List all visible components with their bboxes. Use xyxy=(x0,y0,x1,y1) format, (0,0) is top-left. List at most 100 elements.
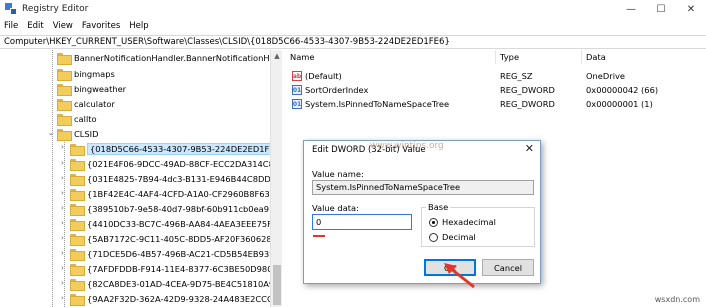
hexadecimal-label: Hexadecimal xyxy=(442,217,496,227)
annotation-underline xyxy=(313,235,325,237)
tree-item-label: {018D5C66-4533-4307-9B53-224DE2ED1FE6} xyxy=(87,143,281,155)
expand-chevron-icon[interactable]: › xyxy=(61,234,64,242)
folder-icon xyxy=(70,249,85,261)
tree-item-label: {5AB7172C-9C11-405C-8DD5-AF20F3606282} xyxy=(87,234,282,244)
hexadecimal-radio[interactable]: Hexadecimal xyxy=(429,217,496,227)
tree-item-clsid[interactable]: CLSID xyxy=(57,127,99,141)
collapse-chevron-icon[interactable]: ⌄ xyxy=(48,129,54,137)
folder-icon xyxy=(70,204,85,216)
list-row[interactable]: 01 SortOrderIndex REG_DWORD 0x00000042 (… xyxy=(286,84,658,96)
folder-icon xyxy=(70,294,85,306)
list-row[interactable]: ab (Default) REG_SZ OneDrive xyxy=(286,70,625,82)
tree-item-label: {9AA2F32D-362A-42D9-9328-24A483E2CCC3} xyxy=(87,294,282,304)
expand-chevron-icon[interactable]: › xyxy=(61,264,64,272)
folder-icon xyxy=(70,264,85,276)
folder-icon xyxy=(70,219,85,231)
minimize-button[interactable]: — xyxy=(616,0,646,18)
folder-icon xyxy=(57,114,72,126)
tree-item[interactable]: callto xyxy=(57,112,97,126)
expand-chevron-icon[interactable]: › xyxy=(61,204,64,212)
value-name-label: Value name: xyxy=(312,169,364,179)
value-data: 0x00000042 (66) xyxy=(586,85,659,95)
menu-file[interactable]: File xyxy=(4,21,18,31)
tree-item-selected[interactable]: {018D5C66-4533-4307-9B53-224DE2ED1FE6} xyxy=(70,142,281,156)
tree-item-label: callto xyxy=(74,114,97,124)
watermark: www.wintips.org xyxy=(370,141,444,151)
tree-scrollbar[interactable]: ▲ xyxy=(270,50,282,307)
expand-chevron-icon[interactable]: › xyxy=(61,219,64,227)
tree-item-label: {1BF42E4C-4AF4-4CFD-A1A0-CF2960B8F63E} xyxy=(87,189,281,199)
tree-item-label: CLSID xyxy=(74,129,99,139)
tree-item[interactable]: {82CA8DE3-01AD-4CEA-9D75-BE4C51810A9E} xyxy=(70,277,282,291)
tree-item[interactable]: {031E4825-7B94-4dc3-B131-E946B44C8DD5} xyxy=(70,172,281,186)
tree-item[interactable]: {389510b7-9e58-40d7-98bf-60b911cb0ea9} xyxy=(70,202,274,216)
expand-chevron-icon[interactable]: › xyxy=(61,174,64,182)
value-name: (Default) xyxy=(305,71,342,81)
folder-icon xyxy=(57,129,72,141)
dword-value-icon: 01 xyxy=(292,85,302,95)
corner-brand: wsxdn.com xyxy=(654,295,700,304)
decimal-label: Decimal xyxy=(442,232,476,242)
folder-icon xyxy=(57,84,72,96)
column-header-data[interactable]: Data xyxy=(582,50,706,64)
value-name-field: System.IsPinnedToNameSpaceTree xyxy=(312,180,534,195)
decimal-radio[interactable]: Decimal xyxy=(429,232,476,242)
address-bar[interactable]: Computer\HKEY_CURRENT_USER\Software\Clas… xyxy=(0,35,706,49)
tree-item[interactable]: {9AA2F32D-362A-42D9-9328-24A483E2CCC3} xyxy=(70,292,282,306)
tree-item-label: {82CA8DE3-01AD-4CEA-9D75-BE4C51810A9E} xyxy=(87,279,282,289)
tree-item[interactable]: {71DCE5D6-4B57-496B-AC21-CD5B54EB93FD} xyxy=(70,247,282,261)
scroll-thumb[interactable] xyxy=(273,265,281,305)
tree-item[interactable]: bingmaps xyxy=(57,67,115,81)
column-header-type[interactable]: Type xyxy=(496,50,582,64)
column-header-name[interactable]: Name xyxy=(286,50,496,64)
list-header: Name Type Data xyxy=(286,50,706,64)
folder-icon xyxy=(70,279,85,291)
tree-item-label: BannerNotificationHandler.BannerNotifica… xyxy=(74,53,280,63)
folder-icon xyxy=(70,144,85,156)
annotation-arrow-icon xyxy=(444,263,475,289)
expand-chevron-icon[interactable]: › xyxy=(61,143,64,151)
string-value-icon: ab xyxy=(292,71,302,81)
folder-icon xyxy=(57,69,72,81)
value-data: OneDrive xyxy=(586,71,626,81)
value-data-input[interactable]: 0 xyxy=(312,214,412,230)
tree-item[interactable]: calculator xyxy=(57,97,115,111)
tree-item-label: {389510b7-9e58-40d7-98bf-60b911cb0ea9} xyxy=(87,204,275,214)
expand-chevron-icon[interactable]: › xyxy=(61,249,64,257)
value-name: System.IsPinnedToNameSpaceTree xyxy=(305,99,450,109)
tree-item[interactable]: {4410DC33-BC7C-496B-AA84-4AEA3EEE75F7} xyxy=(70,217,281,231)
tree-item-label: {031E4825-7B94-4dc3-B131-E946B44C8DD5} xyxy=(87,174,282,184)
menu-view[interactable]: View xyxy=(53,21,73,31)
radio-selected-icon xyxy=(429,217,438,227)
expand-chevron-icon[interactable]: › xyxy=(61,159,64,167)
value-name: SortOrderIndex xyxy=(305,85,369,95)
tree-item[interactable]: bingweather xyxy=(57,82,126,96)
expand-chevron-icon[interactable]: › xyxy=(61,294,64,302)
dword-value-icon: 01 xyxy=(292,99,302,109)
expand-chevron-icon[interactable]: › xyxy=(61,189,64,197)
menu-edit[interactable]: Edit xyxy=(27,21,43,31)
menu-help[interactable]: Help xyxy=(129,21,148,31)
list-row[interactable]: 01 System.IsPinnedToNameSpaceTree REG_DW… xyxy=(286,98,653,110)
maximize-button[interactable]: ☐ xyxy=(646,0,676,18)
tree-item[interactable]: {1BF42E4C-4AF4-4CFD-A1A0-CF2960B8F63E} xyxy=(70,187,280,201)
tree-item[interactable]: {021E4F06-9DCC-49AD-88CF-ECC2DA314C8A} xyxy=(70,157,281,171)
tree-item-label: calculator xyxy=(74,99,115,109)
value-data-label: Value data: xyxy=(312,203,359,213)
title-bar: Registry Editor — ☐ ✕ xyxy=(0,0,706,18)
tree-item-label: {71DCE5D6-4B57-496B-AC21-CD5B54EB93FD} xyxy=(87,249,282,259)
registry-tree[interactable]: BannerNotificationHandler.BannerNotifica… xyxy=(0,50,282,307)
tree-item-label: bingweather xyxy=(74,84,127,94)
tree-item[interactable]: {5AB7172C-9C11-405C-8DD5-AF20F3606282} xyxy=(70,232,282,246)
value-data: 0x00000001 (1) xyxy=(586,99,653,109)
cancel-button[interactable]: Cancel xyxy=(482,259,534,276)
close-button[interactable]: ✕ xyxy=(676,0,706,18)
base-label: Base xyxy=(426,202,451,212)
tree-item[interactable]: {7AFDFDDB-F914-11E4-8377-6C3BE50D980C} xyxy=(70,262,281,276)
menu-favorites[interactable]: Favorites xyxy=(82,21,120,31)
window-title: Registry Editor xyxy=(22,4,89,14)
scroll-up-arrow-icon[interactable]: ▲ xyxy=(271,50,283,62)
dialog-close-icon[interactable]: ✕ xyxy=(525,142,534,155)
expand-chevron-icon[interactable]: › xyxy=(61,279,64,287)
tree-item[interactable]: BannerNotificationHandler.BannerNotifica… xyxy=(57,51,280,65)
